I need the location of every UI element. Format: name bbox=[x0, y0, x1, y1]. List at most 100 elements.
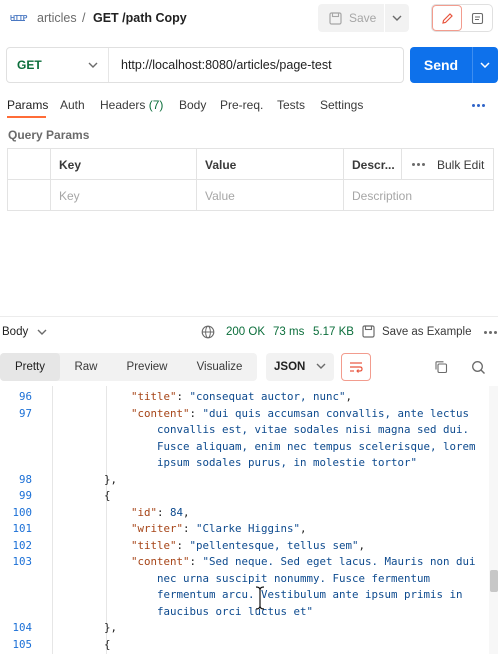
tab-params[interactable]: Params bbox=[7, 98, 48, 112]
line-number: 96 bbox=[18, 390, 32, 403]
line-number: 97 bbox=[18, 406, 32, 420]
tab-headers[interactable]: Headers (7) bbox=[100, 98, 163, 112]
response-body-code[interactable]: 96 "title": "consequat auctor, nunc", 97 "c… bbox=[0, 386, 498, 654]
key-input[interactable]: Key bbox=[50, 180, 196, 211]
breadcrumb-separator: / bbox=[82, 11, 86, 25]
tab-auth[interactable]: Auth bbox=[60, 98, 85, 112]
more-icon[interactable] bbox=[412, 163, 425, 166]
code-text: nec urna suscipit nonummy. Fusce ferment… bbox=[157, 571, 431, 585]
response-body-label[interactable]: Body bbox=[2, 326, 28, 338]
code-line: ipsum sodales purus, in molestie tortor" bbox=[0, 455, 488, 472]
globe-icon[interactable] bbox=[201, 325, 215, 339]
code-text: fermentum arcu. Vestibulum ante ipsum pr… bbox=[157, 588, 463, 601]
description-input[interactable]: Description bbox=[343, 180, 493, 211]
code-text: Fusce aliquam, enim nec tempus scelerisq… bbox=[157, 439, 476, 453]
tab-prereq[interactable]: Pre-req. bbox=[220, 98, 263, 112]
line-number: 105 bbox=[12, 637, 32, 651]
response-time[interactable]: 73 ms bbox=[273, 326, 304, 338]
code-line: 101 "writer": "Clarke Higgins", bbox=[0, 521, 488, 538]
send-dropdown-button[interactable] bbox=[473, 47, 497, 83]
documentation-mode-button[interactable] bbox=[462, 5, 492, 31]
copy-icon[interactable] bbox=[434, 360, 448, 374]
headers-count-badge: (7) bbox=[148, 98, 164, 112]
format-pretty[interactable]: Pretty bbox=[0, 353, 60, 381]
code-line: fermentum arcu. Vestibulum ante ipsum pr… bbox=[0, 587, 488, 604]
chevron-down-icon bbox=[316, 363, 326, 369]
wrap-lines-button[interactable] bbox=[341, 353, 371, 381]
format-preview[interactable]: Preview bbox=[112, 353, 182, 381]
code-line: 100 "id": 84, bbox=[0, 505, 488, 522]
method-select[interactable]: GET bbox=[7, 48, 109, 82]
send-button[interactable]: Send bbox=[410, 47, 472, 83]
code-line: 105 { bbox=[0, 637, 488, 654]
line-number: 99 bbox=[18, 489, 32, 502]
http-file-icon: HTTP bbox=[10, 15, 28, 22]
code-line: 97 "content": "dui quis accumsan convalli… bbox=[0, 406, 488, 423]
document-icon bbox=[471, 12, 483, 24]
tab-body[interactable]: Body bbox=[179, 98, 206, 112]
code-line: convallis est, vitae sodales nisi magna … bbox=[0, 422, 488, 439]
query-params-title: Query Params bbox=[8, 128, 90, 142]
response-size[interactable]: 5.17 KB bbox=[313, 326, 354, 338]
code-text: }, bbox=[104, 472, 118, 486]
code-text: faucibus orci luctus et" bbox=[157, 604, 314, 618]
more-tabs-icon[interactable] bbox=[472, 104, 486, 108]
bulk-edit-area: Bulk Edit bbox=[401, 149, 493, 180]
bulk-edit-button[interactable]: Bulk Edit bbox=[437, 158, 484, 172]
breadcrumb-collection[interactable]: articles bbox=[37, 11, 77, 25]
code-text: "title": "consequat auctor, nunc", bbox=[131, 390, 353, 403]
code-text: ipsum sodales purus, in molestie tortor" bbox=[157, 456, 418, 469]
save-label: Save bbox=[349, 11, 377, 25]
view-mode-toggle bbox=[431, 4, 493, 32]
key-column-header: Key bbox=[50, 149, 196, 180]
text-cursor-icon bbox=[255, 586, 265, 610]
save-dropdown-button[interactable] bbox=[385, 4, 409, 32]
code-scrollbar[interactable] bbox=[489, 386, 498, 654]
status-code[interactable]: 200 OK bbox=[226, 326, 265, 338]
checkbox-column-header bbox=[8, 149, 50, 180]
code-text: convallis est, vitae sodales nisi magna … bbox=[157, 423, 470, 436]
format-raw[interactable]: Raw bbox=[60, 353, 112, 381]
code-line: 104}, bbox=[0, 620, 488, 637]
format-tabs: Pretty Raw Preview Visualize bbox=[0, 353, 257, 381]
tab-settings[interactable]: Settings bbox=[320, 98, 363, 112]
code-text: "content": "Sed neque. Sed eget lacus. M… bbox=[131, 555, 476, 568]
code-scrollbar-thumb[interactable] bbox=[490, 570, 498, 592]
code-text: "writer": "Clarke Higgins", bbox=[131, 522, 307, 535]
search-icon[interactable] bbox=[471, 360, 486, 375]
code-line: Fusce aliquam, enim nec tempus scelerisq… bbox=[0, 439, 488, 456]
code-text: "title": "pellentesque, tellus sem", bbox=[131, 538, 366, 552]
response-bar: Body 200 OK 73 ms 5.17 KB Save as Exampl… bbox=[0, 316, 498, 346]
wrap-lines-icon bbox=[350, 362, 363, 373]
chevron-down-icon bbox=[88, 62, 98, 68]
tab-tests[interactable]: Tests bbox=[277, 98, 305, 112]
code-line: 102 "title": "pellentesque, tellus sem", bbox=[0, 538, 488, 555]
chevron-down-icon[interactable] bbox=[37, 329, 47, 335]
code-text: }, bbox=[104, 621, 118, 634]
save-icon bbox=[329, 11, 342, 25]
request-name[interactable]: GET /path Copy bbox=[93, 11, 187, 25]
url-bar: GET http://localhost:8080/articles/page-… bbox=[6, 47, 404, 83]
code-line: nec urna suscipit nonummy. Fusce ferment… bbox=[0, 571, 488, 588]
edit-mode-button[interactable] bbox=[432, 5, 462, 31]
value-input[interactable]: Value bbox=[196, 180, 343, 211]
row-checkbox bbox=[8, 180, 50, 211]
table-header-row: Key Value Descr... Bulk Edit bbox=[8, 149, 493, 180]
language-select[interactable]: JSON bbox=[266, 353, 334, 381]
line-number: 102 bbox=[12, 538, 32, 552]
send-button-group: Send bbox=[410, 47, 498, 83]
value-column-header: Value bbox=[196, 149, 343, 180]
chevron-down-icon bbox=[480, 62, 490, 68]
save-button[interactable]: Save bbox=[318, 4, 384, 32]
line-number: 98 bbox=[18, 472, 32, 486]
request-header: HTTP articles / GET /path Copy Save bbox=[0, 0, 498, 38]
line-number: 100 bbox=[12, 505, 32, 519]
url-input[interactable]: http://localhost:8080/articles/page-test bbox=[109, 58, 332, 72]
method-label: GET bbox=[17, 58, 42, 72]
more-icon[interactable] bbox=[484, 331, 497, 334]
chevron-down-icon bbox=[392, 15, 402, 21]
active-tab-indicator bbox=[7, 116, 46, 118]
code-text: "content": "dui quis accumsan convallis,… bbox=[131, 406, 470, 420]
save-as-example-button[interactable]: Save as Example bbox=[382, 326, 472, 338]
format-visualize[interactable]: Visualize bbox=[182, 353, 257, 381]
